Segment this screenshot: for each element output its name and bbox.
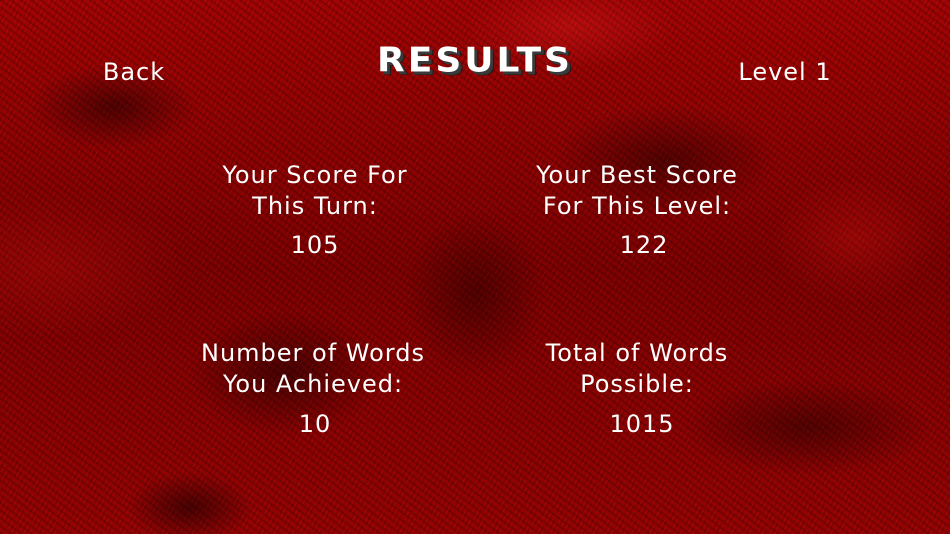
score-turn-label: Your Score For This Turn: (165, 160, 465, 222)
words-achieved-label-line1: Number of Words (201, 339, 425, 367)
words-achieved-value: 10 (298, 410, 332, 438)
best-score-value: 122 (619, 231, 669, 259)
words-possible-label: Total of Words Possible: (487, 338, 787, 400)
score-turn-label-line1: Your Score For (222, 161, 408, 189)
back-button[interactable]: Back (82, 58, 186, 86)
words-possible-label-line2: Possible: (580, 370, 694, 398)
words-possible-value: 1015 (609, 410, 675, 438)
best-score-label-line1: Your Best Score (536, 161, 738, 189)
level-label: Level 1 (738, 58, 832, 86)
words-possible-label-line1: Total of Words (545, 339, 729, 367)
score-turn-value: 105 (290, 231, 340, 259)
page-title: RESULTS (377, 41, 573, 80)
best-score-label: Your Best Score For This Level: (487, 160, 787, 222)
words-achieved-label: Number of Words You Achieved: (148, 338, 478, 400)
best-score-label-line2: For This Level: (542, 192, 732, 220)
score-turn-label-line2: This Turn: (252, 192, 378, 220)
words-achieved-label-line2: You Achieved: (222, 370, 404, 398)
